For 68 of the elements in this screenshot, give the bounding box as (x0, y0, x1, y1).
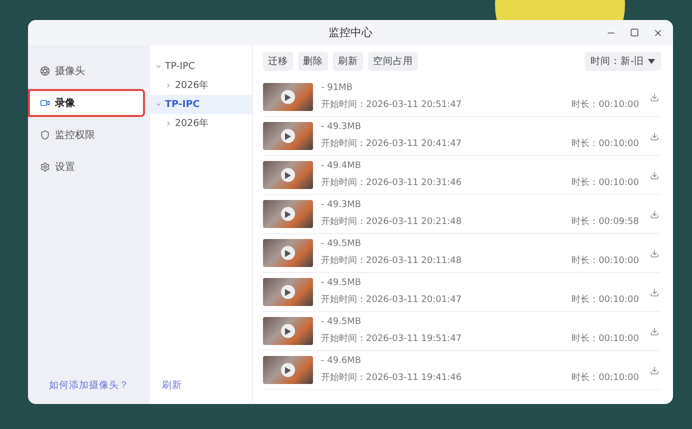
duration: 时长：00:10:00 (572, 372, 639, 384)
recording-row[interactable]: - 49.3MB 开始时间：2026-03-11 20:21:48 时长：00:09:58 (263, 195, 661, 234)
file-size: - 49.5MB (321, 317, 362, 327)
recording-row[interactable]: - 49.6MB 开始时间：2026-03-11 19:41:46 时长：00:10:00 (263, 351, 661, 390)
photo-placeholder (263, 356, 313, 384)
shield-icon (40, 130, 50, 140)
maximize-button[interactable] (628, 26, 641, 39)
tree-item[interactable]: TP-IPC (150, 95, 252, 114)
help-link[interactable]: 如何添加摄像头？ (49, 380, 129, 391)
photo-placeholder (263, 83, 313, 111)
file-size: - 49.3MB (321, 122, 362, 132)
caret-icon (648, 59, 655, 64)
file-size: - 49.5MB (321, 278, 362, 288)
file-size: - 91MB (321, 83, 354, 93)
recording-row[interactable]: - 49.5MB 开始时间：2026-03-11 20:01:47 时长：00:10:00 (263, 273, 661, 312)
start-time: 开始时间：2026-03-11 19:51:47 (321, 332, 462, 345)
photo-placeholder (263, 278, 313, 306)
chevron-down-icon (155, 101, 162, 108)
aperture-icon (40, 66, 50, 76)
duration: 时长：00:10:00 (572, 294, 639, 306)
window-title: 监控中心 (328, 25, 372, 40)
sidebar-item[interactable]: 摄像头 (28, 57, 145, 85)
chevron-right-icon (165, 82, 172, 89)
sidebar-item[interactable]: 监控权限 (28, 121, 145, 149)
refresh-link[interactable]: 刷新 (162, 380, 182, 391)
duration: 时长：00:10:00 (572, 176, 639, 189)
close-icon (653, 28, 663, 38)
start-time: 开始时间：2026-03-11 20:01:47 (321, 294, 462, 306)
duration: 时长：00:10:00 (572, 254, 639, 267)
chevron-down-icon (155, 63, 162, 70)
recording-row[interactable]: - 49.3MB 开始时间：2026-03-11 20:41:47 时长：00:10:00 (263, 117, 661, 156)
file-size: - 49.6MB (321, 356, 362, 366)
duration: 时长：00:10:00 (572, 138, 639, 150)
start-time: 开始时间：2026-03-11 20:41:47 (321, 138, 462, 150)
photo-placeholder (263, 317, 313, 345)
toolbar-button[interactable]: 迁移 (263, 52, 293, 71)
photo-placeholder (263, 239, 313, 267)
sort-dropdown[interactable]: 时间：新-旧 (584, 52, 661, 71)
photo-placeholder (263, 161, 313, 189)
tree-item[interactable]: 2026年 (150, 76, 252, 95)
file-size: - 49.5MB (321, 239, 362, 249)
toolbar-button[interactable]: 空间占用 (368, 52, 418, 71)
video-icon (40, 98, 50, 108)
chevron-right-icon (165, 120, 172, 127)
duration: 时长：00:10:00 (572, 98, 639, 111)
photo-placeholder (263, 200, 313, 228)
toolbar-button[interactable]: 删除 (298, 52, 328, 71)
recording-row[interactable]: - 91MB 开始时间：2026-03-11 20:51:47 时长：00:10:00 (263, 78, 661, 117)
toolbar-button[interactable]: 刷新 (333, 52, 363, 71)
start-time: 开始时间：2026-03-11 20:21:48 (321, 216, 462, 228)
sidebar-item[interactable]: 录像 (28, 89, 145, 117)
duration: 时长：00:09:58 (572, 216, 639, 228)
sidebar-item[interactable]: 设置 (28, 153, 145, 181)
maximize-icon (630, 28, 639, 37)
duration: 时长：00:10:00 (572, 332, 639, 345)
photo-placeholder (263, 122, 313, 150)
start-time: 开始时间：2026-03-11 19:41:46 (321, 372, 462, 384)
file-size: - 49.4MB (321, 161, 362, 171)
recording-row[interactable]: - 49.5MB 开始时间：2026-03-11 19:51:47 时长：00:10:00 (263, 312, 661, 351)
start-time: 开始时间：2026-03-11 20:11:48 (321, 254, 462, 267)
tree-item[interactable]: TP-IPC (150, 57, 252, 76)
start-time: 开始时间：2026-03-11 20:51:47 (321, 98, 462, 111)
recording-row[interactable]: - 49.5MB 开始时间：2026-03-11 20:11:48 时长：00:10:00 (263, 234, 661, 273)
gear-icon (40, 162, 50, 172)
file-size: - 49.3MB (321, 200, 362, 210)
start-time: 开始时间：2026-03-11 20:31:46 (321, 176, 462, 189)
recording-row[interactable]: - 49.4MB 开始时间：2026-03-11 20:31:46 时长：00:10:00 (263, 156, 661, 195)
tree-item[interactable]: 2026年 (150, 114, 252, 133)
